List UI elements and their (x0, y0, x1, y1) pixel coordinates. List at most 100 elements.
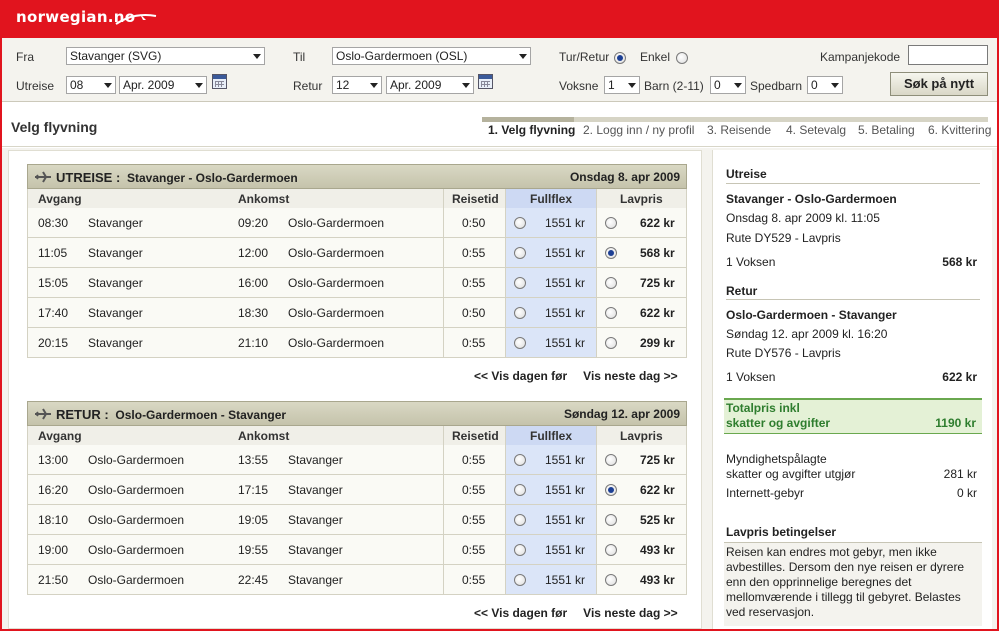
arrive-airport: Stavanger (288, 453, 343, 467)
flight-row[interactable]: 13:00 Oslo-Gardermoen 13:55 Stavanger 0:55 15… (27, 445, 687, 475)
chevron-down-icon (831, 83, 839, 88)
oneway-radio[interactable] (676, 52, 688, 64)
previous-day-link[interactable]: << Vis dagen før (474, 606, 567, 620)
campaign-code-input[interactable] (908, 45, 988, 65)
column-headers: Avgang Ankomst Reisetid Fullflex Lavpris (27, 426, 687, 445)
infants-select[interactable]: 0 (807, 76, 843, 94)
outbound-month-select[interactable]: Apr. 2009 (119, 76, 207, 94)
lowfare-radio[interactable] (605, 307, 617, 319)
flight-row[interactable]: 15:05 Stavanger 16:00 Oslo-Gardermoen 0:55 15… (27, 268, 687, 298)
fullflex-price: 1551 kr (545, 513, 586, 527)
return-month-select[interactable]: Apr. 2009 (386, 76, 474, 94)
chevron-down-icon (628, 83, 636, 88)
lowfare-radio[interactable] (605, 574, 617, 586)
page-header: Velg flyvning 1. Velg flyvning 2. Logg i… (2, 103, 997, 147)
lowfare-radio[interactable] (605, 277, 617, 289)
flight-row[interactable]: 21:50 Oslo-Gardermoen 22:45 Stavanger 0:55 15… (27, 565, 687, 595)
arrive-airport: Oslo-Gardermoen (288, 336, 385, 350)
outbound-day-select[interactable]: 08 (66, 76, 116, 94)
fullflex-radio[interactable] (514, 277, 526, 289)
previous-day-link[interactable]: << Vis dagen før (474, 369, 567, 383)
lowfare-price: 622 kr (640, 216, 675, 230)
return-flights: RETUR : Oslo-Gardermoen - Stavanger Sønd… (27, 401, 687, 595)
chevron-down-icon (253, 54, 261, 59)
depart-time: 15:05 (38, 276, 69, 290)
fullflex-radio[interactable] (514, 574, 526, 586)
flight-row[interactable]: 18:10 Oslo-Gardermoen 19:05 Stavanger 0:55 15… (27, 505, 687, 535)
fullflex-radio[interactable] (514, 247, 526, 259)
lowfare-price: 493 kr (640, 543, 675, 557)
arrive-airport: Oslo-Gardermoen (288, 216, 385, 230)
duration: 0:55 (462, 246, 486, 260)
lowfare-price: 622 kr (640, 306, 675, 320)
lowfare-radio[interactable] (605, 247, 617, 259)
outbound-date: Onsdag 8. apr 2009 (569, 170, 680, 184)
return-heading: RETUR : (56, 407, 109, 422)
lowfare-radio[interactable] (605, 217, 617, 229)
logo-swoosh-icon (115, 14, 157, 25)
fee-label: Internett-gebyr (726, 486, 805, 500)
calendar-icon[interactable] (212, 74, 227, 89)
summary-outbound-time: Onsdag 8. apr 2009 kl. 11:05 (726, 211, 880, 225)
roundtrip-radio[interactable] (614, 52, 626, 64)
arrive-airport: Oslo-Gardermoen (288, 276, 385, 290)
fullflex-radio[interactable] (514, 307, 526, 319)
return-day-select[interactable]: 12 (332, 76, 382, 94)
roundtrip-label: Tur/Retur (559, 50, 610, 64)
return-day-nav: << Vis dagen før Vis neste dag >> (474, 606, 694, 620)
depart-time: 20:15 (38, 336, 69, 350)
total-price-box: Totalpris inkl skatter og avgifter 1190 … (724, 398, 982, 434)
lowfare-radio[interactable] (605, 514, 617, 526)
next-day-link[interactable]: Vis neste dag >> (583, 606, 678, 620)
depart-airport: Stavanger (88, 246, 143, 260)
lowfare-price: 568 kr (640, 246, 675, 260)
flight-row[interactable]: 08:30 Stavanger 09:20 Oslo-Gardermoen 0:50 15… (27, 208, 687, 238)
fullflex-radio[interactable] (514, 484, 526, 496)
summary-return-flight: Rute DY576 - Lavpris (726, 346, 841, 360)
lowfare-radio[interactable] (605, 337, 617, 349)
flight-row[interactable]: 19:00 Oslo-Gardermoen 19:55 Stavanger 0:55 15… (27, 535, 687, 565)
search-again-button[interactable]: Søk på nytt (890, 72, 988, 96)
fullflex-radio[interactable] (514, 217, 526, 229)
col-duration: Reisetid (452, 192, 499, 206)
duration: 0:50 (462, 216, 486, 230)
flight-row[interactable]: 16:20 Oslo-Gardermoen 17:15 Stavanger 0:55 15… (27, 475, 687, 505)
lowfare-radio[interactable] (605, 544, 617, 556)
duration: 0:55 (462, 513, 486, 527)
flight-row[interactable]: 20:15 Stavanger 21:10 Oslo-Gardermoen 0:55 15… (27, 328, 687, 358)
lowfare-price: 622 kr (640, 483, 675, 497)
arrive-time: 19:05 (238, 513, 269, 527)
lowfare-price: 525 kr (640, 513, 675, 527)
fullflex-price: 1551 kr (545, 306, 586, 320)
oneway-label: Enkel (640, 50, 671, 64)
depart-airport: Oslo-Gardermoen (88, 573, 185, 587)
calendar-icon[interactable] (478, 74, 493, 89)
lowfare-radio[interactable] (605, 454, 617, 466)
children-select[interactable]: 0 (710, 76, 746, 94)
flight-row[interactable]: 17:40 Stavanger 18:30 Oslo-Gardermoen 0:50 15… (27, 298, 687, 328)
return-date: Søndag 12. apr 2009 (563, 407, 680, 421)
fullflex-radio[interactable] (514, 454, 526, 466)
fullflex-price: 1551 kr (545, 573, 586, 587)
from-select[interactable]: Stavanger (SVG) (66, 47, 265, 65)
flight-row[interactable]: 11:05 Stavanger 12:00 Oslo-Gardermoen 0:55 15… (27, 238, 687, 268)
divider (726, 299, 980, 300)
col-depart: Avgang (38, 429, 82, 443)
duration: 0:55 (462, 336, 486, 350)
fullflex-radio[interactable] (514, 514, 526, 526)
duration: 0:55 (462, 573, 486, 587)
duration: 0:55 (462, 276, 486, 290)
fullflex-radio[interactable] (514, 544, 526, 556)
col-arrive: Ankomst (238, 192, 290, 206)
lowfare-radio[interactable] (605, 484, 617, 496)
to-select[interactable]: Oslo-Gardermoen (OSL) (332, 47, 531, 65)
step-1: 1. Velg flyvning (488, 123, 576, 137)
fullflex-radio[interactable] (514, 337, 526, 349)
outbound-route: Stavanger - Oslo-Gardermoen (126, 171, 298, 185)
next-day-link[interactable]: Vis neste dag >> (583, 369, 678, 383)
adults-label: Voksne (559, 79, 599, 93)
children-label: Barn (2-11) (644, 79, 704, 93)
arrive-time: 18:30 (238, 306, 269, 320)
arrive-airport: Oslo-Gardermoen (288, 246, 385, 260)
adults-select[interactable]: 1 (604, 76, 640, 94)
